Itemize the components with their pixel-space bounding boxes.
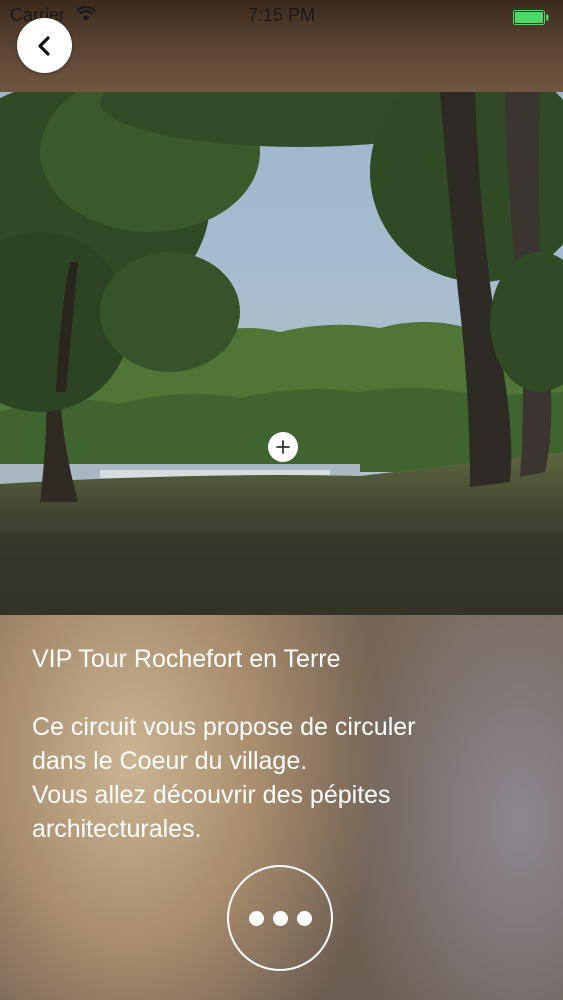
back-button[interactable] <box>17 18 72 73</box>
tour-title: VIP Tour Rochefort en Terre <box>32 645 341 673</box>
top-bar: Carrier 7:15 PM <box>0 0 563 92</box>
description-line: architecturales. <box>32 815 202 843</box>
zoom-plus-button[interactable] <box>268 432 298 462</box>
description-line: dans le Coeur du village. <box>32 747 308 775</box>
tour-info: VIP Tour Rochefort en Terre Ce circuit v… <box>32 640 532 846</box>
more-dots-icon <box>272 910 288 926</box>
description-line: Vous allez découvrir des pépites <box>32 781 391 809</box>
more-dots-icon <box>248 910 264 926</box>
status-time: 7:15 PM <box>247 5 316 25</box>
more-dots-icon <box>296 910 312 926</box>
battery-icon <box>513 9 549 30</box>
more-button[interactable] <box>227 865 333 971</box>
chevron-left-icon <box>37 35 50 56</box>
plus-icon <box>276 440 290 454</box>
tour-photo <box>0 92 563 615</box>
status-bar: Carrier 7:15 PM <box>0 0 563 30</box>
description-line: Ce circuit vous propose de circuler <box>32 713 416 741</box>
tour-description: Ce circuit vous propose de circuler dans… <box>32 710 532 846</box>
